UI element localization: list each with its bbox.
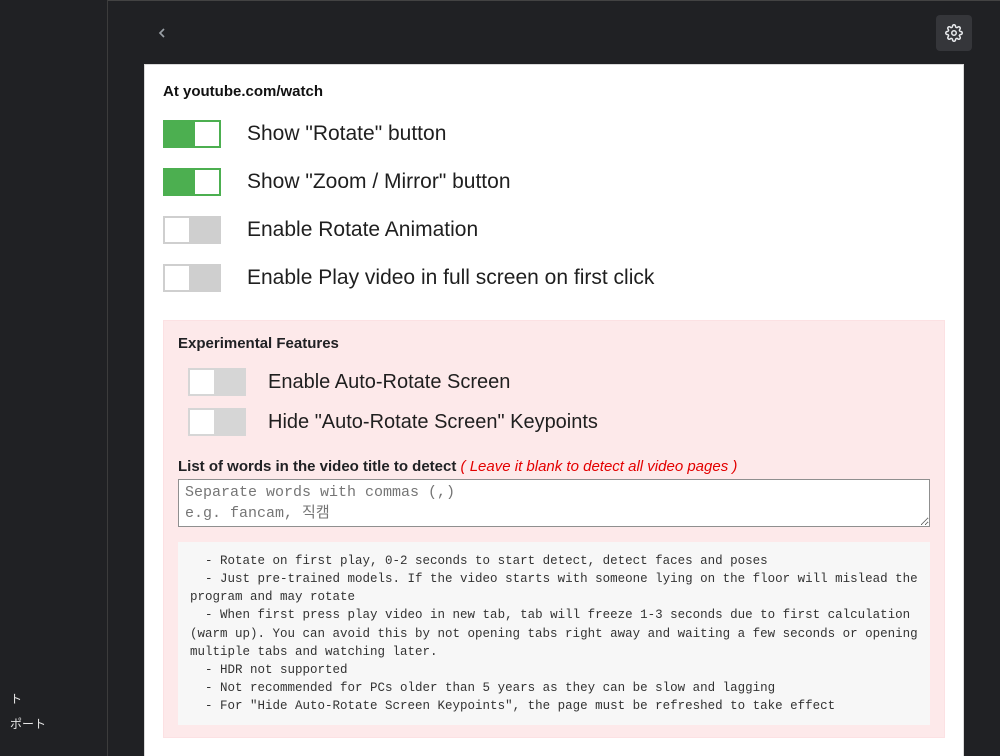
toggle-rotate-animation[interactable]	[163, 216, 221, 244]
experimental-heading: Experimental Features	[178, 335, 930, 352]
toggle-label: Enable Play video in full screen on firs…	[247, 266, 654, 290]
settings-button[interactable]	[936, 15, 972, 51]
toggle-row-auto-rotate: Enable Auto-Rotate Screen	[178, 362, 930, 402]
experimental-notes: - Rotate on first play, 0-2 seconds to s…	[178, 542, 930, 725]
toggle-row-rotate-anim: Enable Rotate Animation	[163, 206, 945, 254]
toggle-row-full-first: Enable Play video in full screen on firs…	[163, 254, 945, 302]
chevron-left-icon	[154, 25, 170, 41]
experimental-features-box: Experimental Features Enable Auto-Rotate…	[163, 320, 945, 738]
rail-item[interactable]: ポート	[6, 711, 107, 736]
wordlist-label-row: List of words in the video title to dete…	[178, 458, 930, 475]
toggle-label: Show "Rotate" button	[247, 122, 446, 146]
wordlist-input[interactable]	[178, 479, 930, 527]
toggle-label: Enable Rotate Animation	[247, 218, 478, 242]
wordlist-hint: ( Leave it blank to detect all video pag…	[461, 458, 738, 475]
side-rail: ト ポート	[0, 0, 108, 756]
toggle-label: Hide "Auto-Rotate Screen" Keypoints	[268, 411, 598, 434]
toggle-show-rotate[interactable]	[163, 120, 221, 148]
wordlist-label: List of words in the video title to dete…	[178, 458, 461, 475]
toggle-hide-keypoints[interactable]	[188, 408, 246, 436]
toggle-row-zoom-mirror: Show "Zoom / Mirror" button	[163, 158, 945, 206]
topbar	[108, 0, 1000, 64]
gear-icon	[945, 24, 963, 42]
section-heading-watch: At youtube.com/watch	[163, 83, 945, 100]
toggle-auto-rotate[interactable]	[188, 368, 246, 396]
rail-item[interactable]: ト	[6, 686, 107, 711]
toggle-label: Show "Zoom / Mirror" button	[247, 170, 511, 194]
toggle-row-hide-keypoints: Hide "Auto-Rotate Screen" Keypoints	[178, 402, 930, 442]
toggle-fullscreen-first-click[interactable]	[163, 264, 221, 292]
settings-panel: At youtube.com/watch Show "Rotate" butto…	[144, 64, 964, 756]
toggle-label: Enable Auto-Rotate Screen	[268, 371, 510, 394]
toggle-row-rotate: Show "Rotate" button	[163, 110, 945, 158]
toggle-show-zoom-mirror[interactable]	[163, 168, 221, 196]
back-button[interactable]	[144, 15, 180, 51]
